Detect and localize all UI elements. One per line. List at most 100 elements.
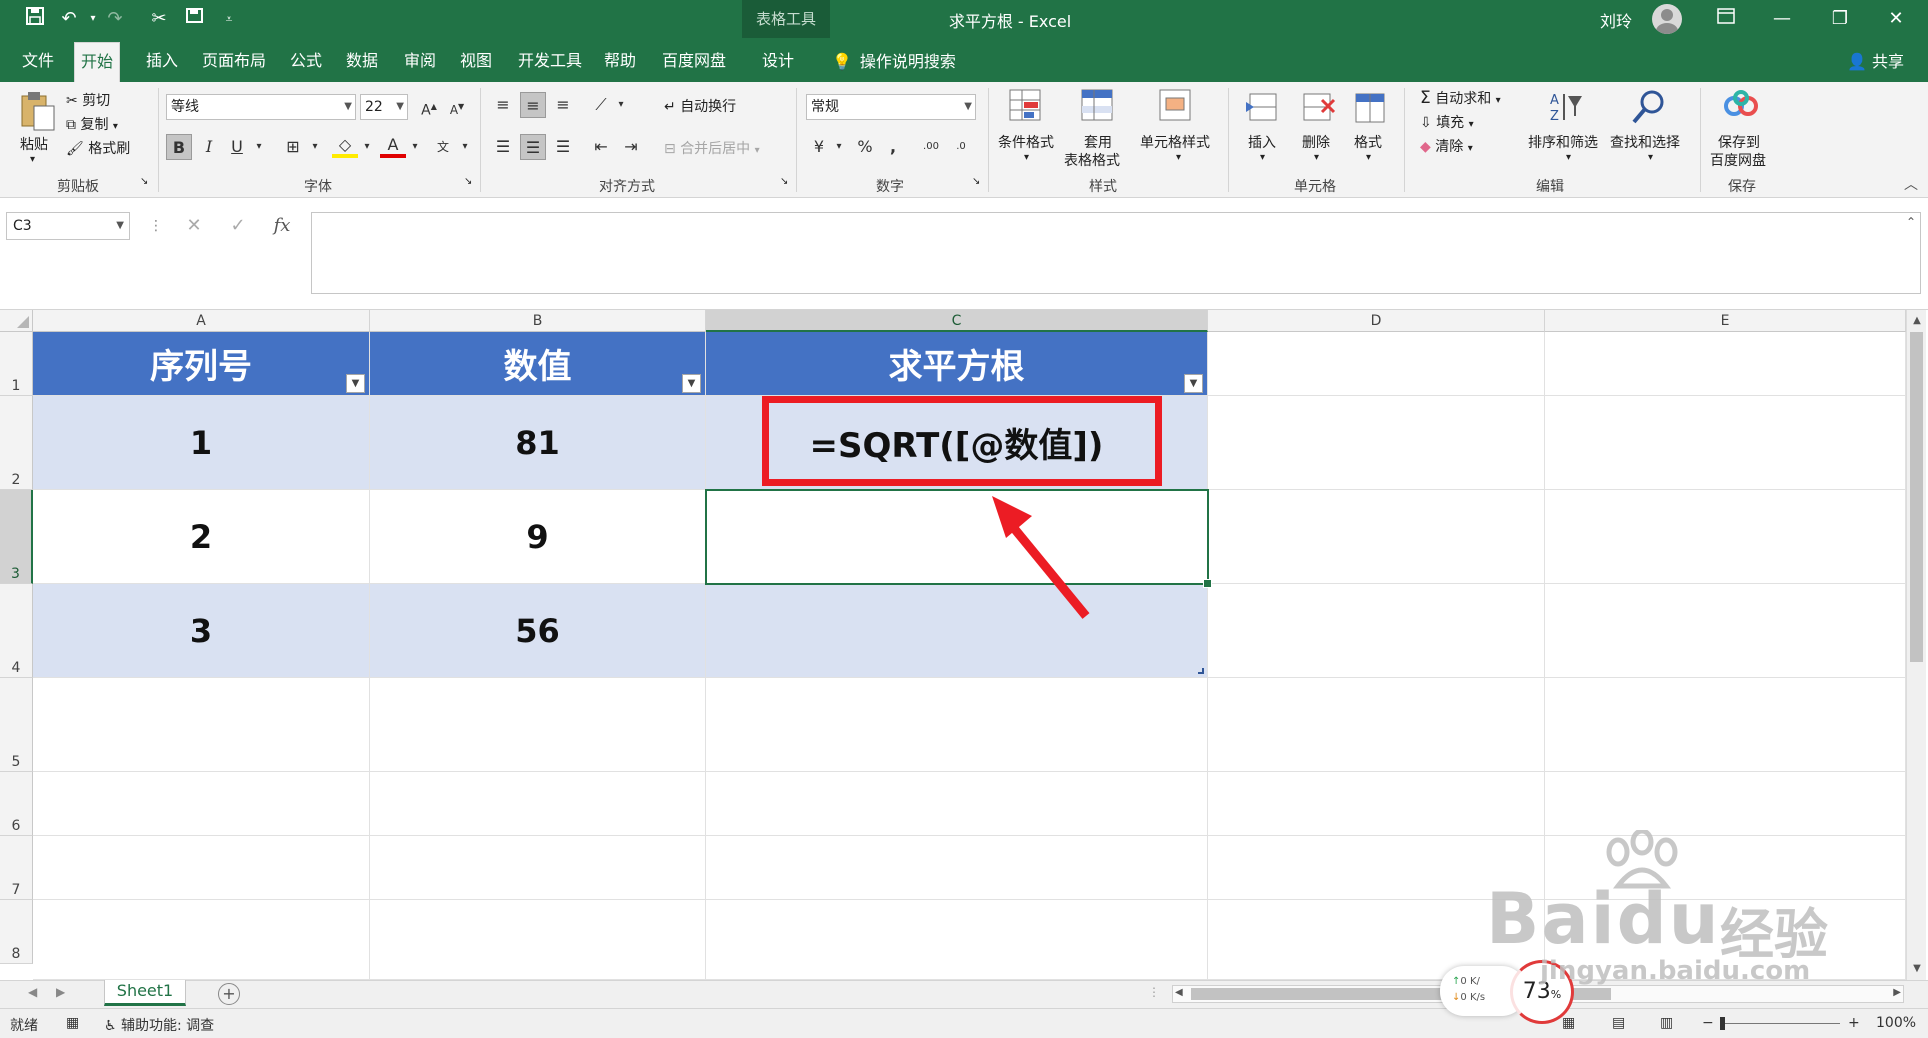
screenshot-icon[interactable] <box>182 6 208 32</box>
italic-icon[interactable]: I <box>196 134 222 160</box>
tab-data[interactable]: 数据 <box>340 44 384 78</box>
empty-cell[interactable] <box>33 900 370 980</box>
empty-cell[interactable] <box>1208 584 1545 678</box>
paste-icon[interactable] <box>18 90 58 131</box>
enter-icon[interactable]: ✓ <box>224 212 252 240</box>
scroll-left-icon[interactable]: ◀ <box>1175 987 1183 998</box>
delete-cells-dropdown-icon[interactable]: ▾ <box>1314 152 1319 163</box>
macro-record-icon[interactable]: ▦ <box>66 1015 79 1031</box>
share-button[interactable]: 👤 共享 <box>1847 48 1904 72</box>
sort-filter-dropdown-icon[interactable]: ▾ <box>1566 152 1571 163</box>
prev-sheet-icon[interactable]: ◀ <box>28 985 37 999</box>
row-header-8[interactable]: 8 <box>0 900 33 964</box>
format-cells-dropdown-icon[interactable]: ▾ <box>1366 152 1371 163</box>
conditional-format-dropdown-icon[interactable]: ▾ <box>1024 152 1029 163</box>
column-header-e[interactable]: E <box>1545 310 1906 332</box>
tab-insert[interactable]: 插入 <box>140 44 184 78</box>
restore-icon[interactable]: ❐ <box>1820 4 1860 34</box>
table-resize-handle[interactable] <box>1198 668 1204 674</box>
select-all-button[interactable] <box>0 310 33 332</box>
ribbon-display-icon[interactable] <box>1706 4 1746 34</box>
table-cell[interactable]: 1 <box>33 396 370 490</box>
decrease-decimal-icon[interactable]: .0 <box>948 134 974 160</box>
row-header-7[interactable]: 7 <box>0 836 33 900</box>
format-painter-button[interactable]: 🖌 格式刷 <box>66 138 130 158</box>
format-as-table-label-b[interactable]: 表格格式 <box>1064 150 1120 170</box>
tab-developer[interactable]: 开发工具 <box>512 44 588 78</box>
normal-view-icon[interactable]: ▦ <box>1562 1015 1575 1031</box>
font-color-dropdown-icon[interactable]: ▾ <box>402 134 428 160</box>
formula-input[interactable]: ⌃ <box>311 212 1921 294</box>
usage-indicator[interactable]: 73% <box>1510 960 1574 1024</box>
filter-dropdown-icon[interactable]: ▼ <box>682 374 701 393</box>
table-cell[interactable]: 2 <box>33 490 370 584</box>
page-break-view-icon[interactable]: ▥ <box>1660 1015 1673 1031</box>
format-as-table-label-a[interactable]: 套用 <box>1084 132 1112 152</box>
sheet-tab-sheet1[interactable]: Sheet1 <box>104 980 186 1006</box>
cut-button[interactable]: ✂ 剪切 <box>66 90 110 110</box>
align-top-icon[interactable]: ≡ <box>490 92 516 118</box>
zoom-level[interactable]: 100% <box>1876 1015 1916 1031</box>
collapse-ribbon-icon[interactable]: ︿ <box>1904 174 1918 194</box>
empty-cell[interactable] <box>1208 490 1545 584</box>
empty-cell[interactable] <box>1545 584 1906 678</box>
empty-cell[interactable] <box>706 836 1208 900</box>
copy-button[interactable]: ⧉ 复制 ▾ <box>66 114 118 134</box>
increase-decimal-icon[interactable]: .00 <box>918 134 944 160</box>
redo-icon[interactable]: ↷ <box>102 6 128 32</box>
close-icon[interactable]: ✕ <box>1876 4 1916 34</box>
font-launcher-icon[interactable]: ↘ <box>464 176 472 187</box>
delete-cells-icon[interactable] <box>1300 90 1340 130</box>
baidu-netdisk-icon[interactable] <box>1722 90 1762 130</box>
row-header-3[interactable]: 3 <box>0 490 33 584</box>
bold-icon[interactable]: B <box>166 134 192 160</box>
sort-filter-icon[interactable]: AZ <box>1548 90 1588 130</box>
empty-cell[interactable] <box>1208 836 1545 900</box>
fill-button[interactable]: ⇩ 填充 ▾ <box>1420 112 1474 132</box>
align-left-icon[interactable]: ☰ <box>490 134 516 160</box>
scissors-icon[interactable]: ✂ <box>146 6 172 32</box>
empty-cell[interactable] <box>706 678 1208 772</box>
empty-cell[interactable] <box>33 678 370 772</box>
column-header-a[interactable]: A <box>33 310 370 332</box>
scroll-up-icon[interactable]: ▲ <box>1909 312 1925 330</box>
cell-styles-icon[interactable] <box>1158 88 1198 128</box>
cell-styles-label[interactable]: 单元格样式 <box>1140 132 1210 152</box>
align-center-icon[interactable]: ☰ <box>520 134 546 160</box>
tab-home[interactable]: 开始 <box>74 42 121 82</box>
align-middle-icon[interactable]: ≡ <box>520 92 546 118</box>
shrink-font-icon[interactable]: A▼ <box>444 94 470 120</box>
autosum-button[interactable]: Σ 自动求和 ▾ <box>1420 88 1501 108</box>
tab-view[interactable]: 视图 <box>454 44 498 78</box>
collapse-formula-bar-icon[interactable]: ⌃ <box>1906 215 1916 229</box>
split-handle-icon[interactable]: ⋮ <box>1148 985 1160 999</box>
find-select-dropdown-icon[interactable]: ▾ <box>1648 152 1653 163</box>
sort-filter-label[interactable]: 排序和筛选 <box>1528 132 1598 152</box>
insert-function-icon[interactable]: fx <box>268 212 296 240</box>
comma-style-icon[interactable]: , <box>880 134 906 160</box>
clipboard-launcher-icon[interactable]: ↘ <box>140 176 148 187</box>
table-cell[interactable] <box>706 584 1208 678</box>
add-sheet-icon[interactable]: + <box>218 983 240 1005</box>
empty-cell[interactable] <box>1208 772 1545 836</box>
empty-cell[interactable] <box>370 772 706 836</box>
empty-cell[interactable] <box>1545 836 1906 900</box>
filter-dropdown-icon[interactable]: ▼ <box>346 374 365 393</box>
empty-cell[interactable] <box>370 836 706 900</box>
conditional-format-label[interactable]: 条件格式 <box>998 132 1054 152</box>
tab-page-layout[interactable]: 页面布局 <box>196 44 272 78</box>
table-cell[interactable]: 56 <box>370 584 706 678</box>
tab-baidu-netdisk[interactable]: 百度网盘 <box>656 44 732 78</box>
tab-help[interactable]: 帮助 <box>598 44 642 78</box>
scroll-right-icon[interactable]: ▶ <box>1893 987 1901 998</box>
table-cell[interactable]: 3 <box>33 584 370 678</box>
font-size-select[interactable]: 22 ▼ <box>360 94 408 120</box>
accessibility-status[interactable]: ♿ 辅助功能: 调查 <box>104 1015 214 1035</box>
underline-dropdown-icon[interactable]: ▾ <box>246 134 272 160</box>
filter-dropdown-icon[interactable]: ▼ <box>1184 374 1203 393</box>
format-cells-label[interactable]: 格式 <box>1354 132 1382 152</box>
empty-cell[interactable] <box>1545 332 1906 396</box>
zoom-slider-thumb[interactable] <box>1720 1017 1725 1030</box>
insert-cells-icon[interactable] <box>1244 90 1284 130</box>
empty-cell[interactable] <box>1545 396 1906 490</box>
